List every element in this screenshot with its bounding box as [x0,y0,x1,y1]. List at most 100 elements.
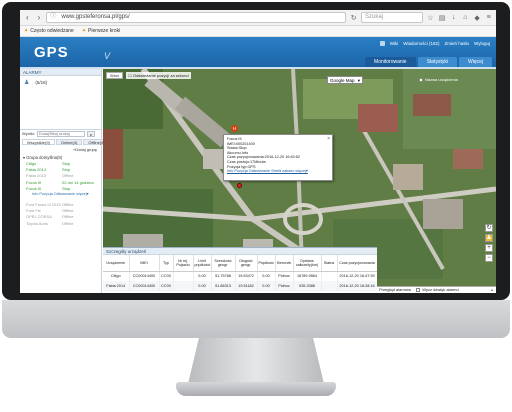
main-tabs: Monitorowanie Statystyki Więcej [365,57,492,67]
table-body: Citigo CC00014400 CC00 0.00 51.75768 19.53472… [103,271,377,291]
tab-more[interactable]: Więcej [458,57,492,67]
column-header[interactable]: Prędkość [257,255,276,272]
bookmark-icon: ✦ [24,28,29,34]
devices-table-panel: Szczegóły urządzeń Urządzenie IMEI Typ Nr r… [103,247,377,293]
collapse-icon[interactable]: ▾ [23,155,25,160]
download-icon[interactable]: ↓ [449,14,458,21]
play-button[interactable]: Wróć [106,71,124,79]
monitor-chin [2,300,510,338]
tab-all[interactable]: Wszystkie(9) [22,139,55,145]
zoom-in-button[interactable]: + [485,244,493,252]
monitor: ‹ › ⓘ www.gpsteferonsa.pl/gps/ ↻ Szukaj … [0,0,512,412]
table-cell: Północ [275,281,294,291]
link-wiki[interactable]: Wiki [390,41,399,46]
back-icon[interactable]: ‹ [23,13,32,22]
person-icon: ♟ [24,79,30,86]
column-header[interactable]: Limit prędkości [193,255,212,272]
group-title[interactable]: ▾ Grupa domyślna(9) [20,154,101,161]
table-row[interactable]: Fabia 2014 CC00014400 CC00 0.00 51.86313 19.5… [103,281,377,291]
column-header[interactable]: Status [321,255,338,272]
home-icon[interactable]: ⌂ [461,14,470,21]
device-status: Offline [62,220,74,226]
device-search-input[interactable] [36,130,85,137]
chevron-down-icon: ▾ [357,78,360,83]
table-cell [173,271,194,281]
device-action-links[interactable]: Info Pozycja Odtwarzanie więcej▾ [20,192,101,202]
tab-online[interactable]: Online(4) [55,139,83,145]
browser-search-input[interactable]: Szukaj [361,12,424,23]
column-header[interactable]: Nr rej. Pojazdu [173,255,194,272]
address-bar[interactable]: ⓘ www.gpsteferonsa.pl/gps/ [46,12,347,23]
clear-filter-button[interactable]: x [86,130,95,137]
logo-version: V [104,51,111,61]
pocket-icon[interactable]: ◆ [473,14,482,22]
gps-logo: GPS [34,44,69,61]
table-cell: 51.75768 [211,271,236,281]
column-header[interactable]: Typ [159,255,174,272]
table-cell: 19.53472 [235,271,258,281]
column-header[interactable]: Czas pozycjonowania [337,255,377,272]
table-cell: 2016-12-20 16:47:39 [337,271,377,281]
vehicle-info-popup: × Focus III IMEI:000201400 Status:Stop A… [223,134,333,181]
device-list-item[interactable]: Toyota Auris Offline [20,221,101,227]
screen: ‹ › ⓘ www.gpsteferonsa.pl/gps/ ↻ Szukaj … [20,10,496,293]
alarm-overview-label: Przegląd alarmów [379,287,412,292]
devices-table-title: Szczegóły urządzeń [103,248,377,255]
device-name-toggle[interactable]: Nazwa urządzenia [419,77,458,82]
top-links: Wiki Wiadomości (182) Zmień hasło Wylogu… [379,41,490,46]
street-view-icon[interactable]: ♟ [485,234,493,242]
devices-table: Urządzenie IMEI Typ Nr rej. Pojazdu Limit pr… [103,255,377,291]
close-icon[interactable]: × [327,136,330,142]
alarm-summary[interactable]: ♟ (5/16) [20,76,101,88]
device-name: Toyota Auris [26,220,48,226]
monitor-bezel: ‹ › ⓘ www.gpsteferonsa.pl/gps/ ↻ Szukaj … [2,2,510,300]
browser-toolbar: ‹ › ⓘ www.gpsteferonsa.pl/gps/ ↻ Szukaj … [20,10,496,26]
map-view[interactable]: Wróć ☐ Odświeżanie pozycji za sekund Goo… [103,69,496,293]
column-header[interactable]: Długość geogr. [235,255,258,272]
user-icon [379,41,385,46]
tab-statistics[interactable]: Statystyki [417,57,457,67]
link-messages[interactable]: Wiadomości (182) [403,41,439,46]
table-cell: 0.00 [193,281,212,291]
table-cell: 535.3388 [293,281,322,291]
popup-actions[interactable]: Info Pozycja Odtwarzanie Strefa zakazu w… [227,169,329,174]
bookmark-icon: ✦ [81,28,87,34]
star-icon[interactable]: ☆ [426,14,435,22]
monitor-stand [188,338,324,384]
column-header[interactable]: Dystans całkowity(km) [293,255,322,272]
table-cell: Citigo [103,271,130,281]
menu-icon[interactable]: ≡ [484,14,493,21]
column-header[interactable]: Urządzenie [103,255,130,272]
column-header[interactable]: IMEI [129,255,160,272]
refresh-position-toggle[interactable]: ☐ Odświeżanie pozycji za sekund [126,71,191,79]
table-cell: 51.86313 [211,281,236,291]
reload-icon[interactable]: ↻ [349,14,358,22]
add-group-link[interactable]: +Dodaj grupę [20,145,101,154]
column-header[interactable]: Kierunek [275,255,294,272]
link-change-password[interactable]: Zmień hasło [445,41,470,46]
table-cell: CC00 [159,281,174,291]
mute-alarm-checkbox[interactable] [416,287,421,292]
table-row[interactable]: Citigo CC00014400 CC00 0.00 51.75768 19.53472… [103,271,377,281]
vehicle-marker[interactable] [237,183,242,188]
rotate-icon[interactable]: ↻ [485,224,493,232]
tab-monitoring[interactable]: Monitorowanie [365,57,416,67]
status-tabs: Wszystkie(9) Online(4) Offline(5) [20,137,110,145]
table-cell: Północ [275,271,294,281]
map-type-select[interactable]: Google Map ▾ [327,76,363,84]
zoom-out-button[interactable]: − [485,254,493,262]
checkbox[interactable] [419,77,423,82]
bookmark-item[interactable]: ✦ Często odwiedzane [24,28,74,34]
forward-icon[interactable]: › [35,13,44,22]
link-logout[interactable]: Wyloguj [474,41,490,46]
table-cell: 0.00 [257,271,276,281]
reading-list-icon[interactable]: ▤ [438,14,447,22]
url-text: www.gpsteferonsa.pl/gps/ [61,14,130,20]
alarm-list [20,88,101,129]
chevron-up-icon[interactable]: ▴ [491,287,493,293]
hospital-marker-icon[interactable]: H [231,125,238,132]
alarm-overview-bar: Przegląd alarmów Wycz dźwięk alarmu ▴ [377,286,496,293]
column-header[interactable]: Szerokość geogr. [211,255,236,272]
bookmark-item[interactable]: ✦ Pierwsze kroki [82,28,120,34]
table-cell: 16789.9564 [293,271,322,281]
